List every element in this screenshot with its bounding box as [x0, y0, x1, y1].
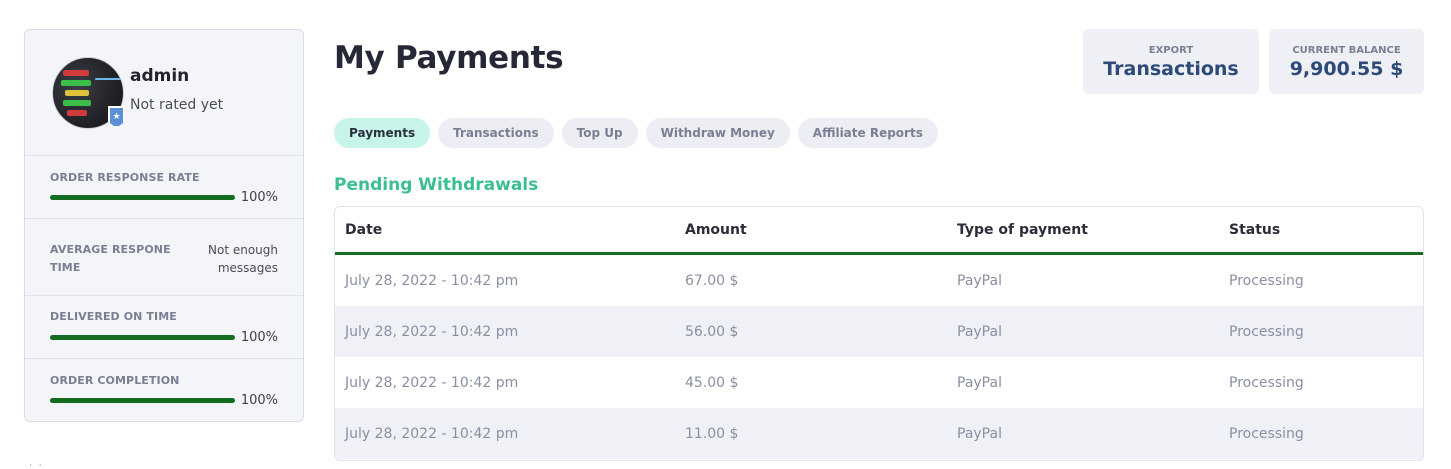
- stat-order-response-rate: ORDER RESPONSE RATE 100%: [25, 156, 303, 219]
- column-header-amount: Amount: [685, 221, 747, 238]
- stat-delivered-on-time: DELIVERED ON TIME 100%: [25, 296, 303, 359]
- progress-bar: [50, 398, 235, 403]
- cell-type: PayPal: [957, 323, 1002, 340]
- export-label: EXPORT: [1148, 45, 1194, 56]
- tab-affiliate-reports[interactable]: Affiliate Reports: [797, 118, 938, 148]
- star-shield-icon: ★: [108, 106, 125, 128]
- table-row: July 28, 2022 - 10:42 pm 11.00 $ PayPal …: [335, 408, 1423, 459]
- cell-status: Processing: [1229, 425, 1304, 442]
- tab-transactions[interactable]: Transactions: [438, 118, 554, 148]
- cell-date: July 28, 2022 - 10:42 pm: [345, 425, 519, 442]
- cell-amount: 45.00 $: [685, 374, 739, 391]
- stat-label: DELIVERED ON TIME: [50, 310, 177, 323]
- cell-status: Processing: [1229, 374, 1304, 391]
- stat-label: AVERAGE RESPONE TIME: [50, 243, 171, 274]
- column-header-status: Status: [1229, 221, 1281, 238]
- cell-date: July 28, 2022 - 10:42 pm: [345, 323, 519, 340]
- stat-label: ORDER RESPONSE RATE: [50, 171, 200, 184]
- column-header-date: Date: [345, 221, 383, 238]
- current-balance-box: CURRENT BALANCE 9,900.55 $: [1269, 29, 1424, 94]
- tab-payments[interactable]: Payments: [334, 118, 431, 148]
- progress-fill: [50, 195, 235, 200]
- stat-label: ORDER COMPLETION: [50, 374, 180, 387]
- table-header: Date Amount Type of payment Status: [335, 207, 1423, 255]
- progress-fill: [50, 398, 235, 403]
- stat-value: 100%: [240, 330, 278, 345]
- column-header-type: Type of payment: [957, 221, 1088, 238]
- cell-type: PayPal: [957, 425, 1002, 442]
- payment-tabs: Payments Transactions Top Up Withdraw Mo…: [334, 118, 938, 148]
- export-transactions-button[interactable]: EXPORT Transactions: [1083, 29, 1259, 94]
- progress-bar: [50, 195, 235, 200]
- stat-value: Not enough messages: [208, 243, 278, 275]
- cell-amount: 56.00 $: [685, 323, 739, 340]
- table-row: July 28, 2022 - 10:42 pm 45.00 $ PayPal …: [335, 357, 1423, 408]
- seller-profile-card: ★ admin Not rated yet ORDER RESPONSE RAT…: [24, 29, 304, 422]
- username[interactable]: admin: [130, 66, 189, 86]
- cell-amount: 67.00 $: [685, 272, 739, 289]
- export-value: Transactions: [1103, 58, 1239, 80]
- rating-text: Not rated yet: [130, 97, 224, 113]
- cell-date: July 28, 2022 - 10:42 pm: [345, 374, 519, 391]
- stat-value: 100%: [240, 393, 278, 408]
- section-title: Pending Withdrawals: [334, 175, 539, 195]
- cell-amount: 11.00 $: [685, 425, 739, 442]
- stat-order-completion: ORDER COMPLETION 100%: [25, 359, 303, 422]
- profile-header: ★ admin Not rated yet: [25, 30, 303, 156]
- cell-status: Processing: [1229, 323, 1304, 340]
- cell-date: July 28, 2022 - 10:42 pm: [345, 272, 519, 289]
- balance-value: 9,900.55 $: [1289, 58, 1404, 80]
- page-title: My Payments: [334, 40, 564, 76]
- table-row: July 28, 2022 - 10:42 pm 67.00 $ PayPal …: [335, 255, 1423, 306]
- stat-value: 100%: [240, 190, 278, 205]
- balance-label: CURRENT BALANCE: [1292, 45, 1401, 56]
- cell-type: PayPal: [957, 272, 1002, 289]
- progress-bar: [50, 335, 235, 340]
- tab-withdraw-money[interactable]: Withdraw Money: [645, 118, 790, 148]
- more-dots: · ·: [29, 461, 44, 469]
- tab-top-up[interactable]: Top Up: [561, 118, 638, 148]
- table-row: July 28, 2022 - 10:42 pm 56.00 $ PayPal …: [335, 306, 1423, 357]
- progress-fill: [50, 335, 235, 340]
- cell-status: Processing: [1229, 272, 1304, 289]
- stat-average-response-time: AVERAGE RESPONE TIME Not enough messages: [25, 219, 303, 296]
- cell-type: PayPal: [957, 374, 1002, 391]
- pending-withdrawals-table: Date Amount Type of payment Status July …: [334, 206, 1424, 461]
